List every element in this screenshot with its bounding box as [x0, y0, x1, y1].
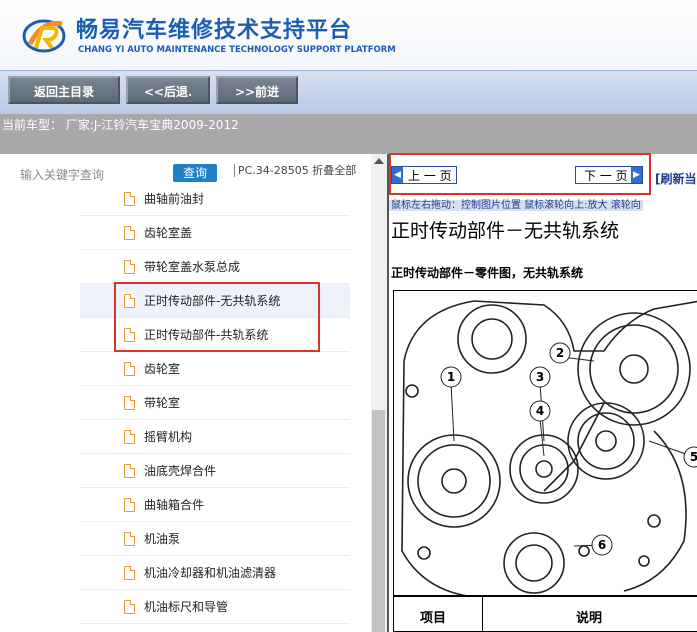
document-icon — [124, 532, 135, 546]
document-icon — [124, 260, 135, 274]
sidebar-scrollbar[interactable] — [371, 154, 387, 632]
refresh-link[interactable]: [刷新当 — [655, 170, 697, 187]
scrollbar-thumb[interactable] — [372, 410, 385, 632]
document-title: 正时传动部件－无共轨系统 — [391, 220, 620, 242]
search-label[interactable]: 输入关键字查询 — [20, 166, 104, 183]
tree-item[interactable]: 机油泵 — [80, 522, 350, 556]
callout-2: 2 — [556, 346, 564, 360]
document-icon — [124, 600, 135, 614]
document-subtitle: 正时传动部件－零件图，无共轨系统 — [391, 266, 584, 280]
app-header: 畅易汽车维修技术支持平台 CHANG YI AUTO MAINTENANCE T… — [0, 0, 697, 70]
tree-item-label: 齿轮室 — [144, 362, 181, 376]
collapse-all-link[interactable]: PC.34-28505 折叠全部 — [234, 164, 357, 177]
document-icon — [124, 192, 135, 206]
tree-item-label: 机油泵 — [144, 532, 181, 546]
next-page-label: 下 一 页 — [584, 169, 628, 183]
back-button[interactable]: <<后退. — [126, 76, 210, 104]
document-viewer: ◀ 上 一 页 下 一 页 ▶ [刷新当 鼠标左右拖动：控制图片位置 鼠标滚轮向… — [387, 154, 697, 632]
document-icon — [124, 294, 135, 308]
next-page-button[interactable]: 下 一 页 ▶ — [575, 166, 643, 184]
prev-page-label: 上 一 页 — [408, 169, 452, 183]
document-icon — [124, 464, 135, 478]
document-icon — [124, 396, 135, 410]
tree-item[interactable]: 齿轮室 — [80, 352, 350, 386]
scroll-up-arrow-icon[interactable] — [374, 158, 384, 164]
arrow-right-icon: ▶ — [631, 167, 642, 183]
tree-item-selected[interactable]: 正时传动部件-无共轨系统 — [80, 284, 350, 318]
document-icon — [124, 566, 135, 580]
callout-6: 6 — [598, 538, 606, 552]
tree-item[interactable]: 带轮室 — [80, 386, 350, 420]
tree-item-label: 正时传动部件-无共轨系统 — [144, 294, 281, 308]
page-nav: ◀ 上 一 页 下 一 页 ▶ [刷新当 — [389, 154, 697, 194]
sidebar-panel: 输入关键字查询 查询 PC.34-28505 折叠全部 曲轴前油封 齿轮室盖 带… — [0, 154, 372, 632]
tree-item-label: 机油冷却器和机油滤清器 — [144, 566, 277, 580]
column-header-description: 说明 — [576, 611, 603, 626]
callout-3: 3 — [536, 370, 544, 384]
parts-table-header: 项目 说明 — [393, 596, 697, 632]
tree-item[interactable]: 曲轴箱合件 — [80, 488, 350, 522]
home-button[interactable]: 返回主目录 — [8, 76, 120, 104]
column-header-item: 项目 — [420, 611, 447, 626]
toolbar: 返回主目录 <<后退. >>前进 — [0, 70, 697, 115]
tree-item[interactable]: 带轮室盖水泵总成 — [80, 250, 350, 284]
column-divider — [482, 597, 483, 632]
tree-item[interactable]: 齿轮室盖 — [80, 216, 350, 250]
timing-gear-diagram[interactable]: 1 2 3 4 5 6 — [393, 290, 697, 596]
vehicle-info-text: 当前车型： 厂家:J-江铃汽车宝典2009-2012 — [2, 118, 239, 132]
tree-item-label: 摇臂机构 — [144, 430, 193, 444]
tree-item-label: 曲轴箱合件 — [144, 498, 205, 512]
vehicle-info-bar: 当前车型： 厂家:J-江铃汽车宝典2009-2012 — [0, 114, 697, 154]
tree-item-label: 齿轮室盖 — [144, 226, 193, 240]
tree-item-label: 带轮室 — [144, 396, 181, 410]
tree-item[interactable]: 机油冷却器和机油滤清器 — [80, 556, 350, 590]
tree-item[interactable]: 油底壳焊合件 — [80, 454, 350, 488]
cy-logo-icon — [22, 19, 66, 53]
tree-item-label: 曲轴前油封 — [144, 192, 205, 206]
usage-hint: 鼠标左右拖动：控制图片位置 鼠标滚轮向上:放大 滚轮向 — [389, 196, 697, 211]
document-icon — [124, 226, 135, 240]
forward-button[interactable]: >>前进 — [216, 76, 298, 104]
tree-item-label: 带轮室盖水泵总成 — [144, 260, 241, 274]
callout-4: 4 — [536, 404, 544, 418]
callout-5: 5 — [690, 450, 697, 464]
document-icon — [124, 328, 135, 342]
document-icon — [124, 498, 135, 512]
tree-item-label: 正时传动部件-共轨系统 — [144, 328, 269, 342]
arrow-left-icon: ◀ — [392, 167, 403, 183]
tree-item[interactable]: 机油标尺和导管 — [80, 590, 350, 624]
callout-1: 1 — [447, 370, 455, 384]
usage-hint-text: 鼠标左右拖动：控制图片位置 鼠标滚轮向上:放大 滚轮向 — [389, 200, 643, 211]
pc-collapse-text[interactable]: PC.34-28505 折叠全部 — [234, 162, 357, 178]
tree-item[interactable]: 摇臂机构 — [80, 420, 350, 454]
document-icon — [124, 430, 135, 444]
prev-page-button[interactable]: ◀ 上 一 页 — [391, 166, 457, 184]
document-icon — [124, 362, 135, 376]
tree-item-label: 油底壳焊合件 — [144, 464, 217, 478]
app-subtitle: CHANG YI AUTO MAINTENANCE TECHNOLOGY SUP… — [78, 45, 396, 55]
app-title: 畅易汽车维修技术支持平台 — [76, 18, 353, 43]
engine-diagram-image: 1 2 3 4 5 6 — [401, 300, 697, 595]
tree-item[interactable]: 正时传动部件-共轨系统 — [80, 318, 350, 352]
tree-item[interactable]: 曲轴前油封 — [80, 182, 350, 216]
search-button[interactable]: 查询 — [173, 164, 217, 182]
tree-item-label: 机油标尺和导管 — [144, 600, 229, 614]
